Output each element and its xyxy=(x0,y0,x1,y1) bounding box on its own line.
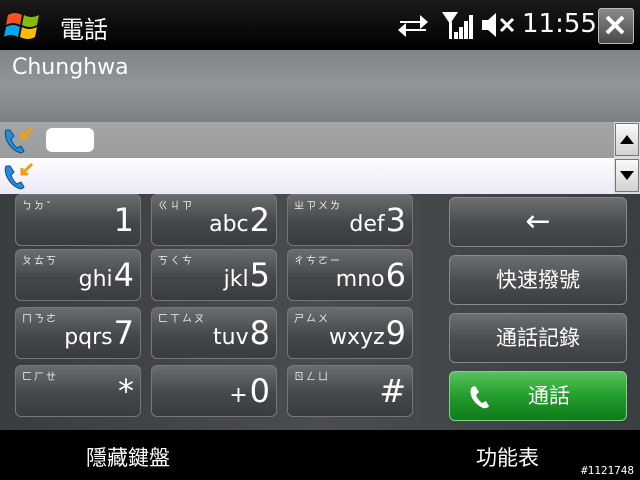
watermark: #1121748 xyxy=(581,464,634,477)
key-letters: ghi xyxy=(78,267,113,292)
hide-keypad-softkey[interactable]: 隱藏鍵盤 xyxy=(86,442,170,472)
key-digit: 3 xyxy=(385,201,406,239)
carrier-panel: Chunghwa xyxy=(0,50,640,122)
key-digit: 5 xyxy=(249,256,270,294)
windows-start-icon[interactable] xyxy=(4,6,44,46)
key-3[interactable]: ㄓㄗㄨㄌ def3 xyxy=(287,194,413,246)
scroll-down-button[interactable] xyxy=(615,159,639,192)
key-1[interactable]: ㄅㄉˇ 1 xyxy=(15,194,141,246)
call-history-button[interactable]: 通話記錄 xyxy=(449,313,627,363)
phone-handset-icon xyxy=(470,386,489,409)
key-digit: 8 xyxy=(249,314,270,352)
key-letters: tuv xyxy=(213,325,249,350)
key-letters: abc xyxy=(209,212,249,237)
clock[interactable]: 11:55 xyxy=(522,9,597,39)
bopomofo-label: ㄆㄊㄎ xyxy=(22,256,58,267)
key-8[interactable]: ㄈㄒㄙㄡ tuv8 xyxy=(151,307,277,359)
triangle-up-icon xyxy=(620,135,634,144)
key-2[interactable]: ㄍㄐㄗ abc2 xyxy=(151,194,277,246)
talk-label: 通話 xyxy=(528,384,570,408)
softkey-bar: 隱藏鍵盤 功能表 #1121748 xyxy=(0,430,640,480)
bopomofo-label: ㄎㄑㄘ xyxy=(158,256,194,267)
key-plus: + xyxy=(229,383,248,408)
bopomofo-label: ㄈㄒㄙㄡ xyxy=(158,314,206,325)
key-digit: 1 xyxy=(113,201,134,239)
call-list-item[interactable] xyxy=(0,122,614,158)
redacted-contact-name xyxy=(46,128,94,152)
key-letters: def xyxy=(349,212,385,237)
carrier-name: Chunghwa xyxy=(12,55,129,80)
dial-pad-panel: ㄅㄉˇ 1 ㄍㄐㄗ abc2 ㄓㄗㄨㄌ def3 ㄆㄊㄎ ghi4 ㄎㄑㄘ jk… xyxy=(0,194,640,430)
key-9[interactable]: ㄕㄙㄨ wxyz9 xyxy=(287,307,413,359)
recent-calls-list xyxy=(0,122,614,194)
key-4[interactable]: ㄆㄊㄎ ghi4 xyxy=(15,249,141,301)
key-digit: 9 xyxy=(385,314,406,352)
key-digit: * xyxy=(118,372,134,410)
speed-dial-button[interactable]: 快速撥號 xyxy=(449,255,627,305)
key-hash[interactable]: ㄖㄥㄩ # xyxy=(287,365,413,417)
incoming-call-icon xyxy=(4,126,34,154)
talk-button[interactable]: 通話 xyxy=(449,371,627,421)
bopomofo-label: ㄈㄏㄝ xyxy=(22,372,58,383)
bopomofo-label: ㄕㄙㄨ xyxy=(294,314,330,325)
key-0[interactable]: +0 xyxy=(151,365,277,417)
app-title: 電話 xyxy=(60,16,108,44)
close-icon xyxy=(605,15,625,35)
call-list-item[interactable] xyxy=(0,158,614,194)
close-button[interactable] xyxy=(598,8,634,44)
incoming-call-icon xyxy=(4,162,34,190)
triangle-down-icon xyxy=(620,171,634,180)
bopomofo-label: ㄅㄉˇ xyxy=(22,201,53,212)
key-digit: # xyxy=(379,372,406,410)
bopomofo-label: ㄍㄐㄗ xyxy=(158,201,194,212)
key-7[interactable]: ㄇㄋㄜ pqrs7 xyxy=(15,307,141,359)
key-digit: 7 xyxy=(113,314,134,352)
speaker-muted-icon[interactable] xyxy=(480,10,516,40)
list-scrollbar[interactable] xyxy=(614,122,640,194)
key-letters: pqrs xyxy=(64,325,113,350)
bopomofo-label: ㄖㄥㄩ xyxy=(294,372,330,383)
bopomofo-label: ㄔㄘㄛー xyxy=(294,256,342,267)
key-letters: jkl xyxy=(223,267,249,292)
key-6[interactable]: ㄔㄘㄛー mno6 xyxy=(287,249,413,301)
key-star[interactable]: ㄈㄏㄝ * xyxy=(15,365,141,417)
key-digit: 2 xyxy=(249,201,270,239)
menu-softkey[interactable]: 功能表 xyxy=(476,442,539,472)
bopomofo-label: ㄓㄗㄨㄌ xyxy=(294,201,342,212)
title-bar: 電話 11:55 xyxy=(0,0,640,51)
backspace-button[interactable]: ← xyxy=(449,197,627,247)
key-digit: 4 xyxy=(113,256,134,294)
key-5[interactable]: ㄎㄑㄘ jkl5 xyxy=(151,249,277,301)
key-digit: 6 xyxy=(385,256,406,294)
key-letters: mno xyxy=(335,267,385,292)
key-letters: wxyz xyxy=(329,325,385,350)
bopomofo-label: ㄇㄋㄜ xyxy=(22,314,58,325)
scroll-up-button[interactable] xyxy=(615,123,639,156)
data-connection-icon[interactable] xyxy=(396,10,430,40)
signal-strength-icon[interactable] xyxy=(440,10,474,40)
key-digit: 0 xyxy=(249,372,270,410)
